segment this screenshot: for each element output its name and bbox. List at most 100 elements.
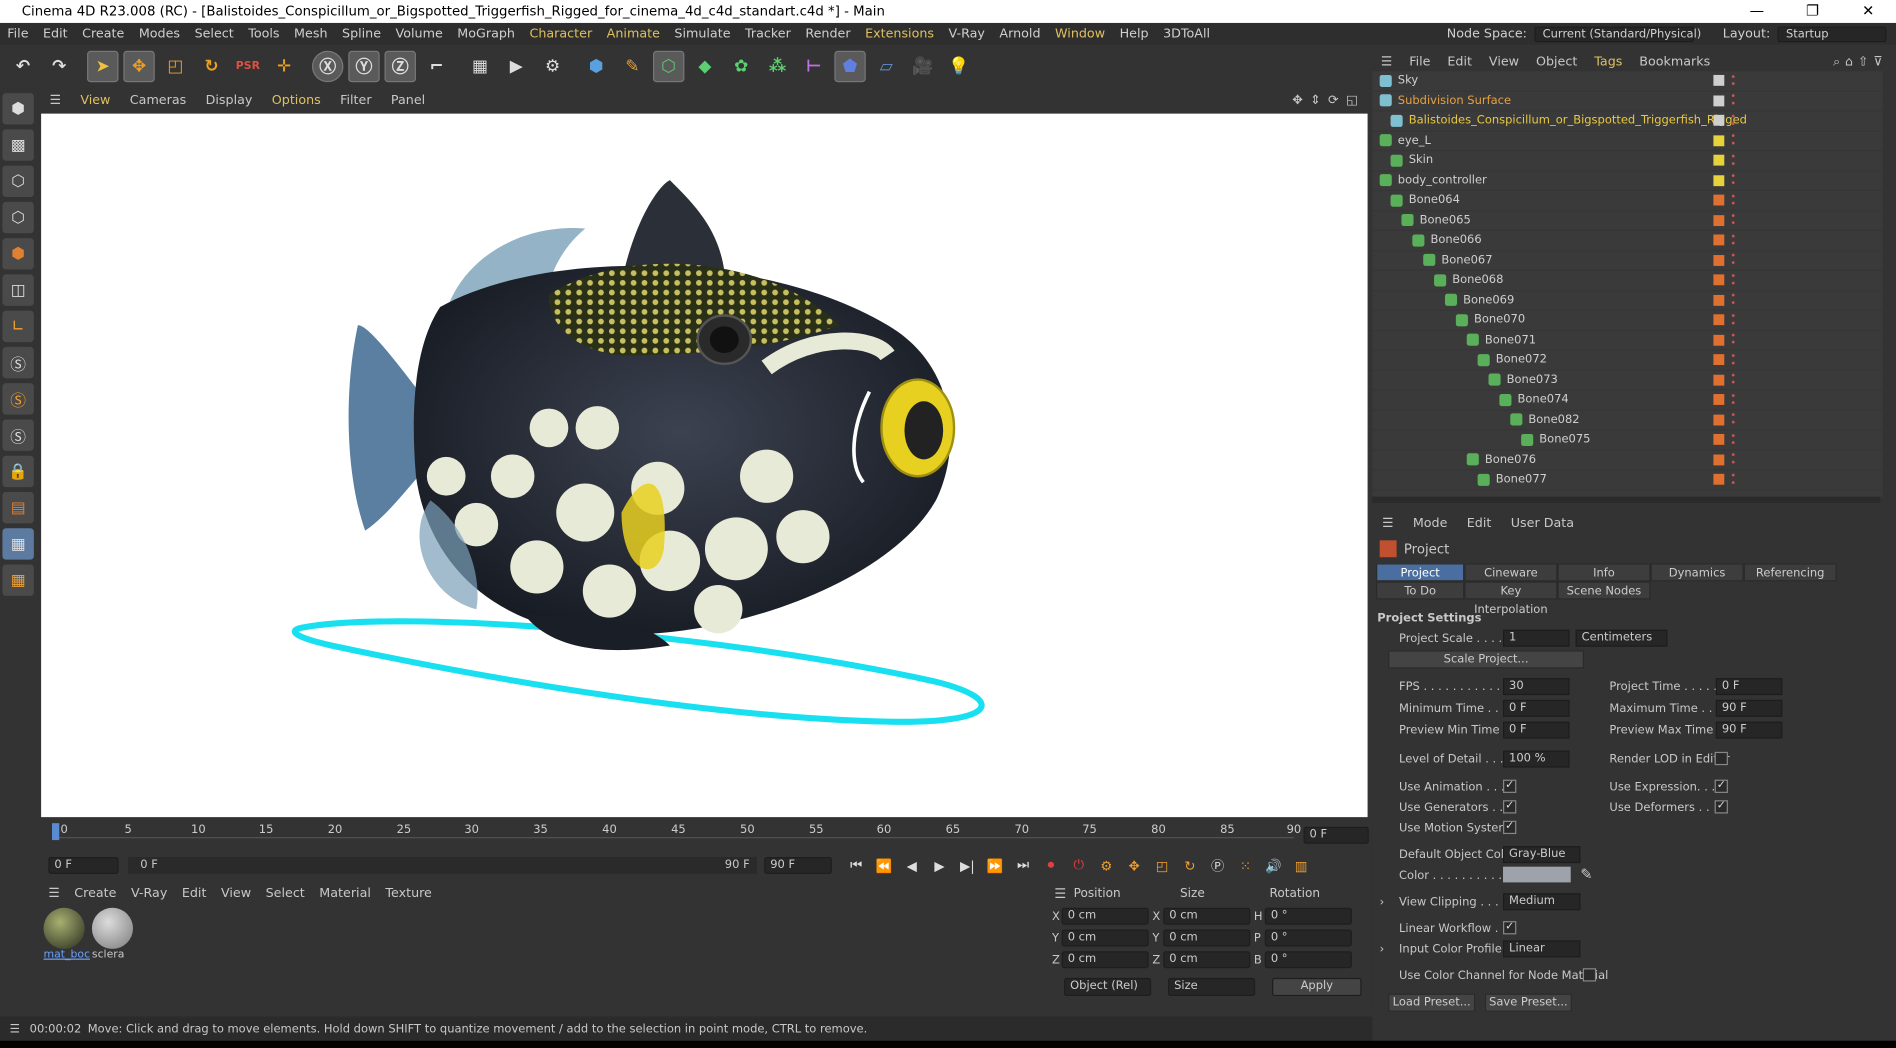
scale-unit-dropdown[interactable]: Centimeters xyxy=(1575,629,1668,647)
rotation-p-field[interactable]: 0 ° xyxy=(1264,929,1352,947)
layout-dropdown[interactable]: Startup xyxy=(1777,25,1887,42)
visibility-dots-icon[interactable]: • • xyxy=(1730,311,1736,328)
menu-vray[interactable]: V-Ray xyxy=(941,27,992,42)
snap-icon[interactable]: Ⓢ xyxy=(2,346,34,379)
viewport[interactable] xyxy=(41,113,1368,818)
visibility-dots-icon[interactable]: • • xyxy=(1730,471,1736,488)
visibility-dots-icon[interactable]: • • xyxy=(1730,371,1736,388)
expand-arrow-icon[interactable]: › xyxy=(1380,943,1385,956)
visibility-dots-icon[interactable]: • • xyxy=(1730,191,1736,208)
menu-file[interactable]: File xyxy=(0,27,36,42)
visibility-dots-icon[interactable]: • • xyxy=(1730,291,1736,308)
menu-render[interactable]: Render xyxy=(798,27,858,42)
key-position-icon[interactable]: ✥ xyxy=(1122,855,1146,877)
z-axis-icon[interactable]: Ⓩ xyxy=(384,50,416,83)
menu-3dtoall[interactable]: 3DToAll xyxy=(1156,27,1217,42)
menu-create[interactable]: Create xyxy=(75,27,132,42)
deformer-icon[interactable]: ⊢ xyxy=(798,51,829,82)
texture-mode-icon[interactable]: ▩ xyxy=(2,129,34,161)
coordinate-system-icon[interactable]: ⌐ xyxy=(421,51,452,82)
material-swatch[interactable]: sclera xyxy=(91,907,136,966)
apply-button[interactable]: Apply xyxy=(1272,977,1362,996)
object-tree-row[interactable]: Bone069 • • xyxy=(1372,291,1883,311)
move-tool-icon[interactable]: ✥ xyxy=(123,50,155,83)
fps-field[interactable]: 30 xyxy=(1503,678,1570,696)
om-scrollbar[interactable] xyxy=(1372,496,1881,503)
camera-icon[interactable]: 🎥 xyxy=(907,51,938,82)
size-mode-dropdown[interactable]: Size xyxy=(1168,977,1256,996)
play-icon[interactable]: ▶ xyxy=(927,855,951,877)
close-button[interactable]: ✕ xyxy=(1840,0,1896,23)
visibility-dots-icon[interactable]: • • xyxy=(1730,331,1736,348)
size-z-field[interactable]: 0 cm xyxy=(1163,951,1251,969)
visibility-dots-icon[interactable]: • • xyxy=(1730,131,1736,148)
position-x-field[interactable]: 0 cm xyxy=(1061,907,1149,925)
visibility-dots-icon[interactable]: • • xyxy=(1730,271,1736,288)
hamburger-icon[interactable]: ☰ xyxy=(40,93,71,108)
floor-icon[interactable]: ▱ xyxy=(871,51,902,82)
visibility-dots-icon[interactable]: • • xyxy=(1730,431,1736,448)
om-menu-edit[interactable]: Edit xyxy=(1439,54,1481,69)
tab-info[interactable]: Info xyxy=(1557,563,1651,582)
vp-menu-display[interactable]: Display xyxy=(196,93,262,108)
om-menu-object[interactable]: Object xyxy=(1528,54,1586,69)
psr-icon[interactable]: PSR xyxy=(232,51,263,82)
undo-icon[interactable]: ↶ xyxy=(7,51,38,82)
visibility-dots-icon[interactable]: • • xyxy=(1730,451,1736,468)
scale-project-button[interactable]: Scale Project... xyxy=(1388,650,1585,669)
prev-frame-icon[interactable]: ◀ xyxy=(900,855,924,877)
menu-arnold[interactable]: Arnold xyxy=(992,27,1048,42)
object-tree[interactable]: Sky • • Subdivision Surface • • Balistoides_… xyxy=(1372,71,1883,497)
tab-referencing[interactable]: Referencing xyxy=(1743,563,1837,582)
object-tree-row[interactable]: Bone067 • • xyxy=(1372,251,1883,271)
visibility-dots-icon[interactable]: • • xyxy=(1730,411,1736,428)
layer-color-swatch[interactable] xyxy=(1713,174,1725,186)
max-time-field[interactable]: 90 F xyxy=(1715,699,1783,717)
sound-icon[interactable]: 🔊 xyxy=(1261,855,1285,877)
min-time-field[interactable]: 0 F xyxy=(1503,699,1570,717)
mat-menu-view[interactable]: View xyxy=(214,885,259,900)
layer-color-swatch[interactable] xyxy=(1713,95,1725,107)
attr-menu-edit[interactable]: Edit xyxy=(1457,516,1501,531)
use-color-channel-checkbox[interactable] xyxy=(1582,968,1597,982)
position-z-field[interactable]: 0 cm xyxy=(1061,951,1149,969)
solo-icon[interactable]: ▦ xyxy=(2,528,34,560)
mograph-icon[interactable]: ⁂ xyxy=(762,51,793,82)
snap-settings-icon[interactable]: Ⓢ xyxy=(2,383,34,415)
object-tree-row[interactable]: Bone065 • • xyxy=(1372,211,1883,231)
color-swatch[interactable] xyxy=(1503,866,1571,883)
menu-animate[interactable]: Animate xyxy=(599,27,667,42)
uv-mode-icon[interactable]: ◫ xyxy=(2,274,34,306)
redo-icon[interactable]: ↷ xyxy=(44,51,75,82)
save-preset-button[interactable]: Save Preset... xyxy=(1484,993,1572,1012)
prev-key-icon[interactable]: ⏪ xyxy=(872,855,896,877)
workplane-icon[interactable]: ∟ xyxy=(2,310,34,343)
load-preset-button[interactable]: Load Preset... xyxy=(1388,993,1476,1012)
object-tree-row[interactable]: Bone064 • • xyxy=(1372,191,1883,211)
hamburger-icon[interactable]: ☰ xyxy=(41,885,67,900)
light-icon[interactable]: 💡 xyxy=(943,51,974,82)
restore-button[interactable]: ❐ xyxy=(1785,0,1841,23)
edge-mode-icon[interactable]: ⬡ xyxy=(2,201,34,234)
lod-field[interactable]: 100 % xyxy=(1503,750,1570,768)
preview-min-field[interactable]: 0 F xyxy=(1503,721,1570,739)
vp-menu-options[interactable]: Options xyxy=(262,93,330,108)
layer-color-swatch[interactable] xyxy=(1713,274,1725,286)
vp-menu-filter[interactable]: Filter xyxy=(330,93,381,108)
tab-project-settings[interactable]: Project Settings xyxy=(1376,563,1465,598)
model-mode-icon[interactable]: ⬢ xyxy=(2,93,34,125)
layer-color-swatch[interactable] xyxy=(1713,354,1725,366)
timeline-icon[interactable]: ▥ xyxy=(1289,855,1313,877)
field-icon[interactable]: ⬟ xyxy=(834,50,866,83)
menu-select[interactable]: Select xyxy=(187,27,241,42)
layer-color-swatch[interactable] xyxy=(1713,394,1725,406)
default-color-dropdown[interactable]: Gray-Blue xyxy=(1503,846,1581,864)
render-settings-icon[interactable]: ⚙ xyxy=(537,51,568,82)
use-deformers-checkbox[interactable]: ✓ xyxy=(1714,800,1728,814)
polygon-mode-icon[interactable]: ⬢ xyxy=(2,238,34,270)
visibility-dots-icon[interactable]: • • xyxy=(1730,391,1736,408)
layer-color-swatch[interactable] xyxy=(1713,214,1725,226)
layer-color-swatch[interactable] xyxy=(1713,254,1725,266)
layer-color-swatch[interactable] xyxy=(1713,334,1725,346)
material-swatch[interactable]: mat_boc xyxy=(43,907,90,966)
